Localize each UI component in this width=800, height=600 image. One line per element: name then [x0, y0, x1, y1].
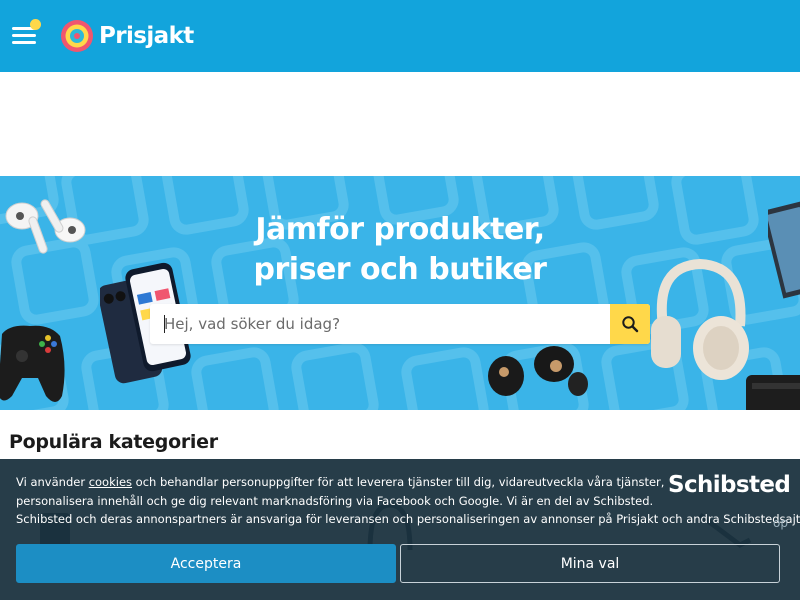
top-header: Prisjakt: [0, 0, 800, 72]
airpods-image: [5, 199, 86, 254]
cookies-link[interactable]: cookies: [89, 475, 132, 489]
search-input[interactable]: [150, 304, 610, 344]
notification-dot: [30, 19, 41, 30]
partially-hidden-text: op: [773, 516, 788, 530]
search-button[interactable]: [610, 304, 650, 344]
hero-title-line2: priser och butiker: [253, 252, 547, 287]
game-controller-image: [0, 325, 65, 402]
cookie-text-line1-rest: och behandlar personuppgifter för att le…: [132, 475, 665, 489]
earbuds-image: [488, 346, 588, 396]
accept-button[interactable]: Acceptera: [16, 544, 396, 583]
ad-slot: [0, 72, 800, 176]
text-caret: [164, 315, 165, 333]
device-image: [746, 375, 800, 410]
cookie-text-prefix: Vi använder: [16, 475, 89, 489]
hero-title-line1: Jämför produkter,: [255, 212, 545, 247]
search-icon: [622, 316, 639, 333]
headphones-image: [651, 258, 749, 380]
popular-categories-heading: Populära kategorier: [9, 431, 218, 453]
my-choices-button[interactable]: Mina val: [400, 544, 780, 583]
hero-title: Jämför produkter, priser och butiker: [200, 210, 600, 290]
cookie-consent-banner: Vi använder cookies och behandlar person…: [0, 459, 800, 600]
brand-name: Prisjakt: [99, 23, 194, 49]
schibsted-logo: Schibsted: [668, 472, 791, 498]
cookie-text-line3: Schibsted och deras annonspartners är an…: [16, 512, 800, 526]
prisjakt-logo-icon: [61, 20, 93, 52]
prisjakt-logo[interactable]: Prisjakt: [60, 19, 194, 53]
search-bar: [150, 304, 650, 344]
hero-banner: Jämför produkter, priser och butiker: [0, 176, 800, 410]
monitor-image: [768, 201, 800, 299]
